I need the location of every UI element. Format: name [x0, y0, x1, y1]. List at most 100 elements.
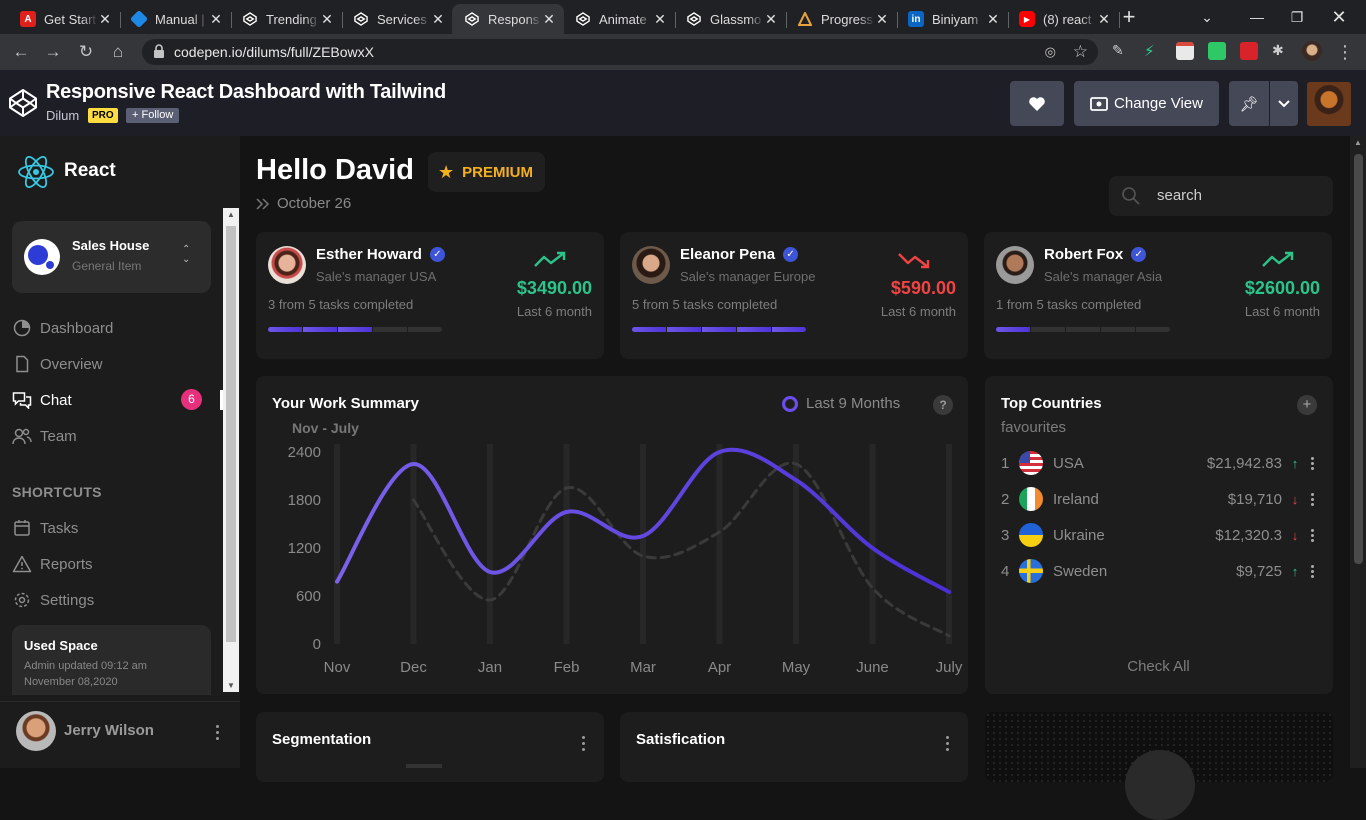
person-name: Robert Fox ✓ [1044, 246, 1147, 263]
browser-tab[interactable]: Respons ✕ [452, 4, 564, 34]
browser-tab[interactable]: Glassmo ✕ [674, 4, 787, 34]
home-icon[interactable]: ⌂ [107, 41, 129, 63]
tracking-eye-icon[interactable]: ◎ [1045, 44, 1056, 60]
page-title: Hello David [256, 154, 414, 186]
person-card[interactable]: Robert Fox ✓ Sale's manager Asia 1 from 5 t… [984, 232, 1332, 359]
pen-extension-icon[interactable]: ✎ [1112, 42, 1130, 60]
codepen-icon [353, 11, 369, 27]
country-name: Ireland [1053, 490, 1099, 508]
browser-tab[interactable]: Animate ✕ [563, 4, 676, 34]
extension-icon[interactable]: ⚡ [1144, 42, 1162, 60]
tab-close-icon[interactable]: ✕ [653, 11, 667, 28]
scroll-up-arrow-icon[interactable]: ▲ [226, 210, 236, 219]
puzzle-extensions-icon[interactable]: ✱ [1272, 42, 1290, 60]
tab-close-icon[interactable]: ✕ [431, 11, 445, 28]
restore-button[interactable]: ❐ [1285, 6, 1309, 28]
country-row[interactable]: 1 USA $21,942.83 ↑ [1001, 450, 1316, 476]
satisfication-menu-icon[interactable] [946, 736, 950, 754]
sales-amount: $2600.00 [1244, 278, 1320, 298]
follow-button[interactable]: + Follow [126, 108, 180, 123]
red-extension-icon[interactable] [1240, 42, 1258, 60]
page-scrollbar[interactable]: ▲ [1350, 136, 1366, 768]
tab-close-icon[interactable]: ✕ [542, 11, 556, 28]
tab-close-icon[interactable]: ✕ [98, 11, 112, 28]
check-all-link[interactable]: Check All [985, 658, 1332, 675]
profile-avatar[interactable] [1302, 41, 1322, 61]
sidebar-item-team[interactable]: Team [12, 424, 212, 448]
scroll-up-arrow-icon[interactable]: ▲ [1350, 138, 1366, 147]
back-button[interactable]: ← [10, 41, 32, 63]
calendar-extension-icon[interactable] [1176, 42, 1194, 60]
minimize-button[interactable]: — [1245, 6, 1269, 28]
country-row[interactable]: 4 Sweden $9,725 ↑ [1001, 558, 1316, 584]
column-guide [793, 444, 799, 644]
document-icon [12, 354, 32, 374]
like-button[interactable] [1010, 81, 1064, 126]
row-menu-icon[interactable] [1308, 564, 1316, 579]
user-avatar[interactable] [1307, 82, 1351, 126]
progress-segment [268, 327, 302, 332]
pin-dropdown-button[interactable] [1270, 81, 1298, 126]
tab-search-button[interactable]: ⌄ [1195, 6, 1219, 28]
sidebar-item-overview[interactable]: Overview [12, 352, 212, 376]
user-menu-icon[interactable] [216, 725, 220, 743]
change-view-button[interactable]: Change View [1074, 81, 1219, 126]
green-extension-icon[interactable] [1208, 42, 1226, 60]
browser-tab[interactable]: ▶ (8) react ✕ [1007, 4, 1120, 34]
browser-tab[interactable]: Services ✕ [341, 4, 453, 34]
forward-button[interactable]: → [42, 41, 64, 63]
bookmark-star-icon[interactable]: ☆ [1073, 42, 1088, 62]
tab-close-icon[interactable]: ✕ [320, 11, 334, 28]
browser-tab[interactable]: Trending ✕ [230, 4, 343, 34]
sidebar-item-chat[interactable]: Chat 6 [12, 388, 212, 412]
browser-tab[interactable]: Progress ✕ [785, 4, 898, 34]
sidebar: React Sales House General Item ⌃ ⌄ Dashbo… [0, 136, 240, 768]
add-icon[interactable]: + [1297, 395, 1317, 415]
y-tick-label: 1800 [288, 492, 321, 509]
url-field[interactable]: codepen.io/dilums/full/ZEBowxX ◎ ☆ [142, 39, 1098, 65]
pen-title: Responsive React Dashboard with Tailwind [46, 81, 446, 103]
codepen-logo-icon[interactable] [8, 88, 38, 118]
scroll-thumb[interactable] [1354, 154, 1363, 564]
browser-tab[interactable]: in Biniyam ✕ [896, 4, 1009, 34]
close-window-button[interactable]: ✕ [1327, 6, 1351, 28]
user-name: Jerry Wilson [64, 722, 154, 739]
tab-close-icon[interactable]: ✕ [875, 11, 889, 28]
browser-menu-button[interactable]: ⋮ [1334, 41, 1356, 63]
tab-close-icon[interactable]: ✕ [1097, 11, 1111, 28]
shortcuts-title: SHORTCUTS [12, 484, 102, 500]
scroll-thumb[interactable] [226, 226, 236, 642]
tab-close-icon[interactable]: ✕ [209, 11, 223, 28]
tab-title: Biniyam [932, 11, 979, 27]
browser-tab[interactable]: Manual | ✕ [119, 4, 232, 34]
segmentation-menu-icon[interactable] [582, 736, 586, 754]
current-user[interactable]: Jerry Wilson [0, 701, 240, 768]
sidebar-scrollbar[interactable]: ▲ ▼ [223, 208, 239, 692]
row-menu-icon[interactable] [1308, 456, 1316, 471]
person-card[interactable]: Esther Howard ✓ Sale's manager USA 3 from 5… [256, 232, 604, 359]
sidebar-item-dashboard[interactable]: Dashboard [12, 316, 212, 340]
row-menu-icon[interactable] [1308, 492, 1316, 507]
browser-tab[interactable]: A Get Start ✕ [8, 4, 121, 34]
sidebar-item-tasks[interactable]: Tasks [12, 516, 212, 540]
url-text: codepen.io/dilums/full/ZEBowxX [174, 44, 374, 60]
reload-button[interactable]: ↻ [75, 41, 97, 63]
date-label: October 26 [256, 195, 351, 212]
person-card[interactable]: Eleanor Pena ✓ Sale's manager Europe 5 from… [620, 232, 968, 359]
pin-button[interactable]: 📌︎ [1229, 81, 1269, 126]
team-switcher[interactable]: Sales House General Item ⌃ ⌄ [12, 221, 211, 293]
search-icon [1122, 187, 1140, 205]
country-row[interactable]: 2 Ireland $19,710 ↓ [1001, 486, 1316, 512]
row-menu-icon[interactable] [1308, 528, 1316, 543]
sidebar-item-reports[interactable]: Reports [12, 552, 212, 576]
sales-amount: $3490.00 [516, 278, 592, 298]
pen-author[interactable]: Dilum [46, 108, 79, 123]
search-input[interactable]: search [1109, 176, 1333, 216]
column-guide [716, 444, 723, 644]
sidebar-item-settings[interactable]: Settings [12, 588, 212, 612]
new-tab-button[interactable]: + [1118, 6, 1140, 28]
tab-close-icon[interactable]: ✕ [764, 11, 778, 28]
country-row[interactable]: 3 Ukraine $12,320.3 ↓ [1001, 522, 1316, 548]
tab-close-icon[interactable]: ✕ [986, 11, 1000, 28]
scroll-down-arrow-icon[interactable]: ▼ [226, 681, 236, 690]
